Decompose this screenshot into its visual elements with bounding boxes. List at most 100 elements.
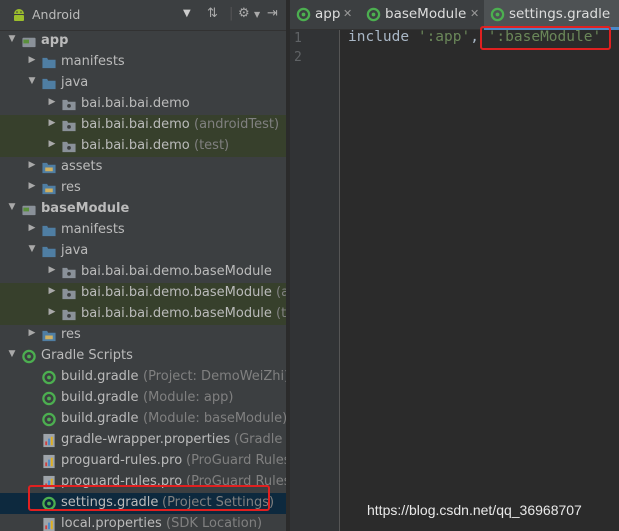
tree-item-sublabel: (SDK Location) <box>166 516 263 531</box>
gradle-icon <box>42 391 56 406</box>
tree-item-sublabel: (Module: baseModule) <box>143 411 286 426</box>
gradle-icon <box>366 7 381 22</box>
tree-item[interactable]: ▶ bai.bai.bai.demo.baseModule (test <box>0 304 286 325</box>
tab-label: settings.gradle <box>509 6 611 22</box>
module-icon <box>22 37 36 48</box>
annotation-box-code <box>480 26 611 50</box>
tree-item-label: Gradle Scripts <box>41 348 133 363</box>
chevron-down-icon[interactable]: ▼ <box>26 244 38 254</box>
package-icon <box>62 267 76 279</box>
tree-item[interactable]: proguard-rules.pro(ProGuard Rules fo <box>0 451 286 472</box>
separator-icon: | <box>229 6 234 21</box>
tree-item[interactable]: ▼ java <box>0 241 286 262</box>
folder-res-icon <box>42 330 56 342</box>
chevron-down-icon[interactable]: ▼ <box>6 349 18 359</box>
chevron-down-icon[interactable]: ▼ <box>183 8 191 19</box>
tree-item[interactable]: build.gradle (Module: app) <box>0 388 286 409</box>
tree-item-label: bai.bai.bai.demo <box>81 117 190 132</box>
chevron-down-icon[interactable]: ▼ <box>6 202 18 212</box>
collapse-all-icon[interactable]: ⇅ <box>207 6 218 21</box>
gradle-icon <box>490 7 505 22</box>
folder-res-icon <box>42 162 56 174</box>
tree-item[interactable]: ▶ bai.bai.bai.demo.baseModule <box>0 262 286 283</box>
tree-item[interactable]: gradle-wrapper.properties(Gradle Ve <box>0 430 286 451</box>
watermark: https://blog.csdn.net/qq_36968707 <box>367 502 582 518</box>
tree-item-label: manifests <box>61 222 125 237</box>
tree-item[interactable]: ▼ Gradle Scripts <box>0 346 286 367</box>
tree-item-label: baseModule <box>41 201 130 216</box>
chevron-right-icon[interactable]: ▶ <box>26 55 38 65</box>
tree-item[interactable]: ▶ manifests <box>0 220 286 241</box>
chevron-right-icon[interactable]: ▶ <box>46 97 58 107</box>
annotation-box-settings <box>28 485 270 511</box>
tree-item[interactable]: ▶ res <box>0 325 286 346</box>
tree-item-label: res <box>61 180 81 195</box>
tree-item[interactable]: ▶ bai.bai.bai.demo (androidTest) <box>0 115 286 136</box>
chevron-down-icon[interactable]: ▼ <box>6 34 18 44</box>
tree-item-label: bai.bai.bai.demo <box>81 138 190 153</box>
folder-icon <box>42 246 56 258</box>
tree-item-sublabel: (test) <box>194 138 230 153</box>
chevron-right-icon[interactable]: ▶ <box>46 307 58 317</box>
tree-item[interactable]: ▶ manifests <box>0 52 286 73</box>
gear-icon[interactable]: ⚙ <box>238 6 250 21</box>
folder-res-icon <box>42 183 56 195</box>
tree-item-label: build.gradle <box>61 411 139 426</box>
tree-item-sublabel: (androidTest) <box>194 117 280 132</box>
chevron-down-icon[interactable]: ▼ <box>26 76 38 86</box>
tree-item-label: bai.bai.bai.demo.baseModule <box>81 285 272 300</box>
tree-item-sublabel: (and <box>276 285 286 300</box>
tree-item[interactable]: ▶ bai.bai.bai.demo (test) <box>0 136 286 157</box>
tree-item[interactable]: ▼ java <box>0 73 286 94</box>
code-keyword: include <box>348 29 410 45</box>
folder-icon <box>42 57 56 69</box>
tree-item[interactable]: local.properties (SDK Location) <box>0 514 286 531</box>
line-number: 2 <box>294 50 302 65</box>
chevron-right-icon[interactable]: ▶ <box>46 286 58 296</box>
tree-item-sublabel: (ProGuard Rules fo <box>186 453 286 468</box>
tree-item-sublabel: (Module: app) <box>143 390 234 405</box>
tree-item-label: app <box>41 33 69 48</box>
chevron-right-icon[interactable]: ▶ <box>26 328 38 338</box>
tree-item[interactable]: ▶ res <box>0 178 286 199</box>
tree-item-label: bai.bai.bai.demo.baseModule <box>81 264 272 279</box>
tree-item[interactable]: ▶ assets <box>0 157 286 178</box>
tab-basemodule[interactable]: baseModule ✕ <box>360 0 482 29</box>
tab-label: app <box>315 6 341 22</box>
tree-item[interactable]: ▶ bai.bai.bai.demo.baseModule (and <box>0 283 286 304</box>
package-icon <box>62 99 76 111</box>
folder-icon <box>42 225 56 237</box>
package-icon <box>62 120 76 132</box>
project-panel-toolbar: Android ▼ ⇅ | ⚙ ▼ ⇥ <box>0 0 286 31</box>
close-icon[interactable]: ✕ <box>343 7 352 20</box>
tree-item[interactable]: ▼ app <box>0 31 286 52</box>
chevron-right-icon[interactable]: ▶ <box>46 139 58 149</box>
chevron-right-icon[interactable]: ▶ <box>26 223 38 233</box>
tree-item-label: build.gradle <box>61 390 139 405</box>
project-panel: Android ▼ ⇅ | ⚙ ▼ ⇥ ▼ app ▶ manifests ▼ java ▶… <box>0 0 286 531</box>
chevron-right-icon[interactable]: ▶ <box>26 181 38 191</box>
props-icon <box>43 433 55 448</box>
tree-item[interactable]: build.gradle (Module: baseModule) <box>0 409 286 430</box>
gear-menu-arrow-icon[interactable]: ▼ <box>254 10 260 19</box>
props-icon <box>43 517 55 531</box>
tab-app[interactable]: app ✕ <box>290 0 356 29</box>
chevron-right-icon[interactable]: ▶ <box>46 265 58 275</box>
chevron-right-icon[interactable]: ▶ <box>26 160 38 170</box>
android-icon <box>14 9 24 21</box>
tree-item[interactable]: ▼ baseModule <box>0 199 286 220</box>
gradle-icon <box>42 370 56 385</box>
props-icon <box>43 454 55 469</box>
project-view-selector[interactable]: Android <box>32 7 80 22</box>
tree-item-label: java <box>61 243 89 258</box>
line-number: 1 <box>294 31 302 46</box>
package-icon <box>62 141 76 153</box>
tree-item[interactable]: ▶ bai.bai.bai.demo <box>0 94 286 115</box>
gradle-icon <box>22 349 36 364</box>
close-icon[interactable]: ✕ <box>470 7 479 20</box>
tree-item-sublabel: (Project: DemoWeiZhi) <box>143 369 286 384</box>
chevron-right-icon[interactable]: ▶ <box>46 118 58 128</box>
tree-item-label: gradle-wrapper.properties <box>61 432 231 447</box>
tree-item[interactable]: build.gradle (Project: DemoWeiZhi) <box>0 367 286 388</box>
hide-panel-icon[interactable]: ⇥ <box>267 6 278 21</box>
